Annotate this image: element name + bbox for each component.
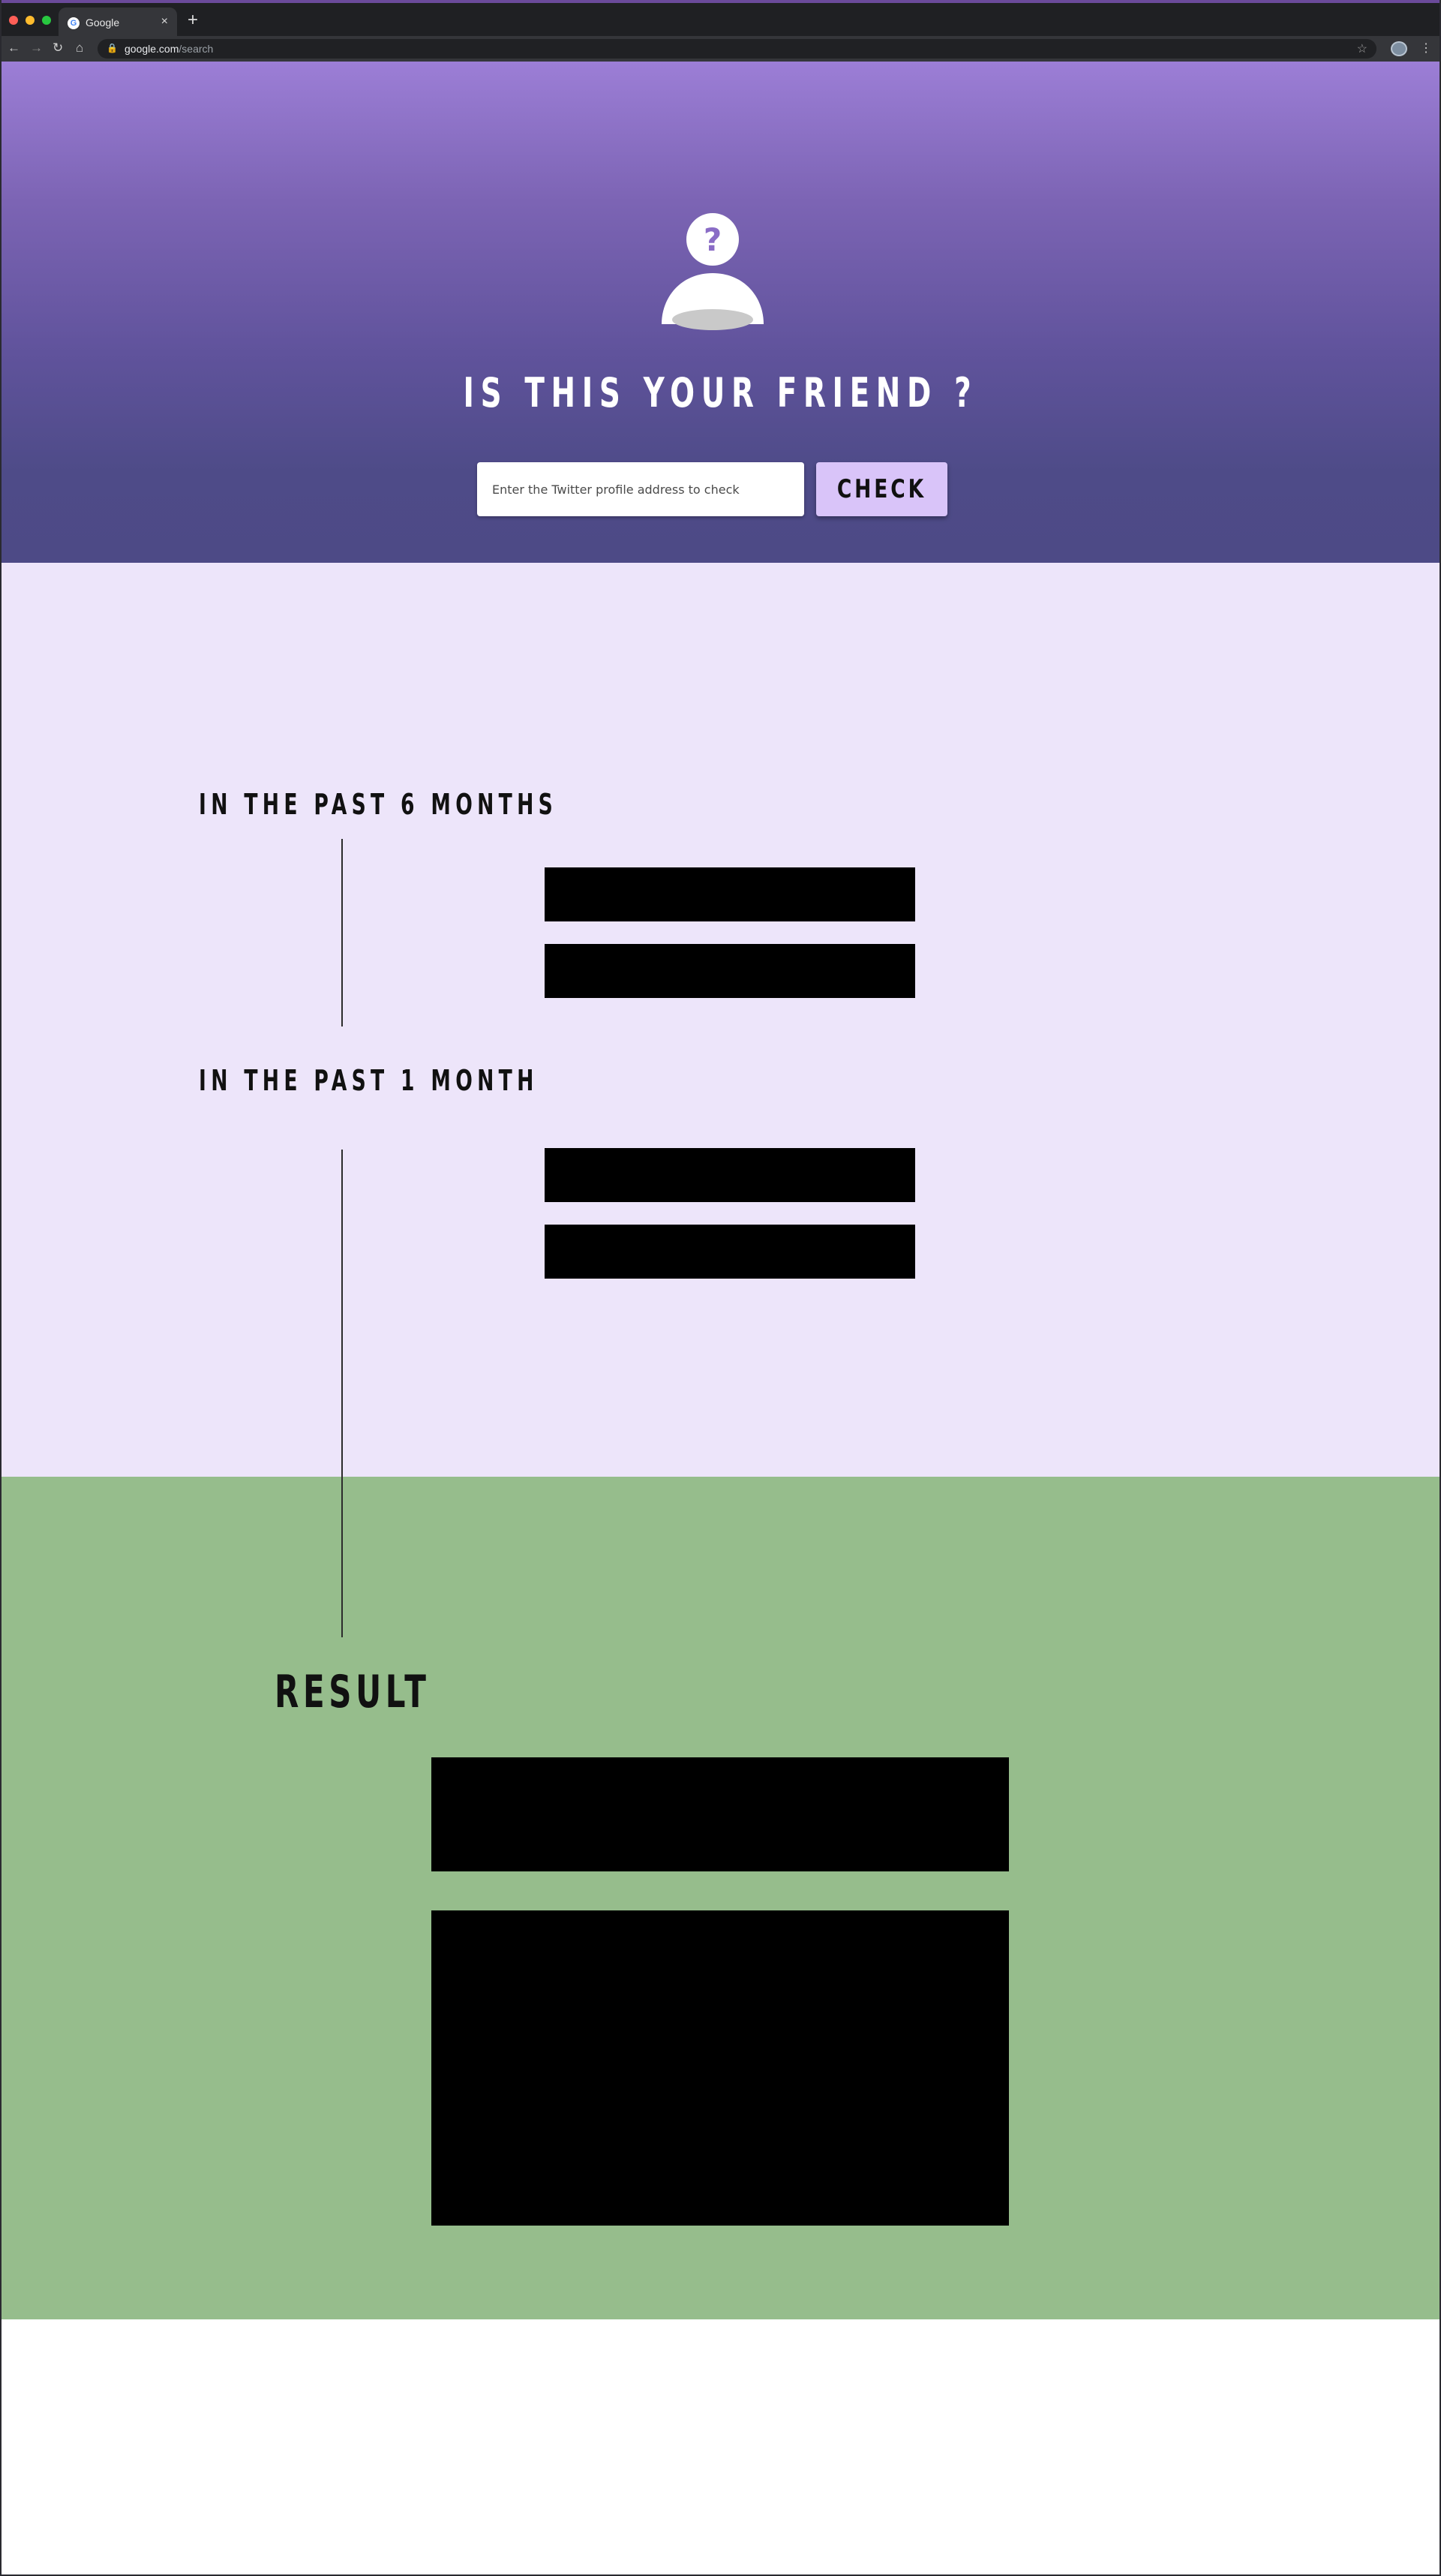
address-bar[interactable]: 🔒 google.com/search ☆ bbox=[98, 39, 1376, 59]
heading-past-6-months: IN THE PAST 6 MONTHS bbox=[199, 788, 558, 821]
back-arrow-icon[interactable]: ← bbox=[8, 41, 20, 56]
star-icon[interactable]: ☆ bbox=[1357, 41, 1367, 56]
check-button[interactable]: CHECK bbox=[816, 462, 947, 516]
forward-arrow-icon[interactable]: → bbox=[30, 41, 43, 56]
timeline-section: IN THE PAST 6 MONTHS IN THE PAST 1 MONTH bbox=[0, 563, 1441, 2200]
redacted-block bbox=[545, 944, 915, 998]
redacted-block bbox=[545, 867, 915, 921]
heading-past-1-month: IN THE PAST 1 MONTH bbox=[199, 1064, 539, 1097]
close-window-icon[interactable] bbox=[9, 16, 18, 25]
browser-tab[interactable]: G Google × bbox=[59, 8, 177, 39]
browser-toolbar: ← → ↻ ⌂ 🔒 google.com/search ☆ ⋮ bbox=[0, 36, 1441, 62]
profile-icon[interactable] bbox=[1391, 41, 1407, 56]
check-button-label: CHECK bbox=[836, 474, 927, 504]
page-title: IS THIS YOUR FRIEND ? bbox=[463, 369, 978, 416]
blank-footer bbox=[0, 2319, 1441, 2576]
url-path: /search bbox=[179, 43, 214, 55]
twitter-profile-input[interactable] bbox=[477, 462, 804, 516]
url-host: google.com bbox=[125, 43, 179, 55]
home-icon[interactable]: ⌂ bbox=[76, 41, 83, 56]
google-favicon-icon: G bbox=[68, 17, 80, 29]
redacted-result-block bbox=[431, 1910, 1009, 2226]
result-section: RESULT bbox=[0, 1477, 1441, 2319]
menu-icon[interactable]: ⋮ bbox=[1420, 41, 1432, 56]
redacted-result-block bbox=[431, 1757, 1009, 1871]
redacted-block bbox=[545, 1148, 915, 1202]
result-heading: RESULT bbox=[275, 1666, 431, 1718]
person-question-icon: ? bbox=[662, 213, 764, 330]
minimize-window-icon[interactable] bbox=[26, 16, 35, 25]
svg-text:?: ? bbox=[704, 221, 722, 258]
tab-close-icon[interactable]: × bbox=[161, 15, 168, 29]
timeline-line bbox=[341, 839, 343, 1026]
tab-title: Google bbox=[86, 17, 120, 29]
browser-tab-bar: G Google × + bbox=[0, 0, 1441, 39]
timeline-line-extension bbox=[341, 1477, 343, 1637]
new-tab-icon[interactable]: + bbox=[188, 11, 198, 29]
hero-section: ? IS THIS YOUR FRIEND ? CHECK bbox=[0, 62, 1441, 563]
url-text[interactable]: google.com/search bbox=[125, 43, 213, 55]
maximize-window-icon[interactable] bbox=[42, 16, 51, 25]
reload-icon[interactable]: ↻ bbox=[53, 41, 63, 56]
redacted-block bbox=[545, 1225, 915, 1279]
lock-icon[interactable]: 🔒 bbox=[107, 43, 118, 53]
